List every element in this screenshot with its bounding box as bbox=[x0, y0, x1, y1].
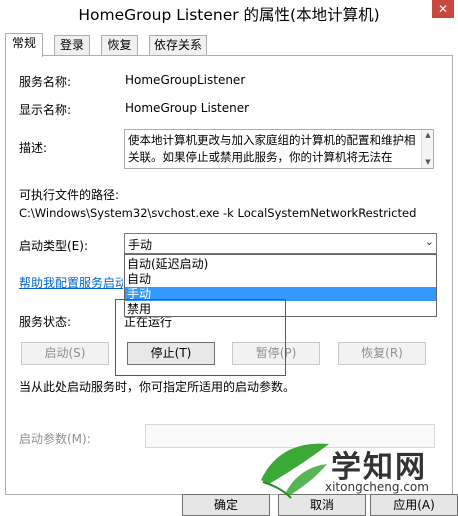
tab-dependencies[interactable]: 依存关系 bbox=[149, 35, 207, 55]
start-button[interactable]: 启动(S) bbox=[21, 342, 109, 365]
title-bar: HomeGroup Listener 的属性(本地计算机) ✕ bbox=[0, 0, 458, 30]
description-label: 描述: bbox=[19, 141, 48, 155]
startup-option-auto[interactable]: 自动 bbox=[125, 272, 436, 286]
watermark-url: xitongcheng.com bbox=[325, 480, 429, 494]
service-status-label: 服务状态: bbox=[19, 315, 72, 329]
close-button[interactable]: ✕ bbox=[432, 0, 454, 18]
scroll-up-icon[interactable]: ▲ bbox=[422, 131, 434, 140]
startup-type-select[interactable]: 手动 ⌄ bbox=[124, 233, 437, 254]
tab-recovery[interactable]: 恢复 bbox=[101, 35, 138, 55]
tab-general[interactable]: 常规 bbox=[5, 33, 43, 57]
stop-button[interactable]: 停止(T) bbox=[127, 342, 215, 365]
close-icon: ✕ bbox=[437, 2, 449, 16]
startup-type-label: 启动类型(E): bbox=[19, 239, 88, 253]
display-name-label: 显示名称: bbox=[19, 103, 72, 117]
resume-button[interactable]: 恢复(R) bbox=[338, 342, 426, 365]
description-text: 使本地计算机更改与加入家庭组的计算机的配置和维护相关联。如果停止或禁用此服务，你… bbox=[128, 133, 416, 164]
watermark: 学知网 xitongcheng.com bbox=[255, 432, 455, 514]
scroll-down-icon[interactable]: ▼ bbox=[422, 158, 434, 167]
tab-logon[interactable]: 登录 bbox=[54, 35, 90, 55]
leaf-logo-icon bbox=[261, 443, 329, 499]
startup-option-auto-delayed[interactable]: 自动(延迟启动) bbox=[125, 257, 436, 271]
service-name-value: HomeGroupListener bbox=[125, 73, 246, 87]
description-scrollbar[interactable]: ▲ ▼ bbox=[421, 130, 433, 168]
pause-button[interactable]: 暂停(P) bbox=[232, 342, 320, 365]
window-title: HomeGroup Listener 的属性(本地计算机) bbox=[78, 6, 380, 24]
start-params-label: 启动参数(M): bbox=[19, 432, 91, 446]
help-link[interactable]: 帮助我配置服务启动选项。 bbox=[19, 274, 123, 291]
display-name-value: HomeGroup Listener bbox=[125, 101, 250, 115]
service-name-label: 服务名称: bbox=[19, 75, 72, 89]
startup-option-manual[interactable]: 手动 bbox=[125, 287, 436, 301]
startup-type-dropdown: 自动(延迟启动) 自动 手动 禁用 bbox=[124, 254, 437, 317]
startup-type-value: 手动 bbox=[128, 238, 153, 252]
exe-path-value: C:\Windows\System32\svchost.exe -k Local… bbox=[19, 206, 417, 220]
chevron-down-icon[interactable]: ⌄ bbox=[425, 235, 434, 248]
startup-option-disabled[interactable]: 禁用 bbox=[125, 302, 436, 316]
startup-hint: 当从此处启动服务时，你可指定所适用的启动参数。 bbox=[19, 380, 296, 394]
exe-path-label: 可执行文件的路径: bbox=[19, 188, 120, 202]
description-box[interactable]: 使本地计算机更改与加入家庭组的计算机的配置和维护相关联。如果停止或禁用此服务，你… bbox=[124, 129, 434, 169]
